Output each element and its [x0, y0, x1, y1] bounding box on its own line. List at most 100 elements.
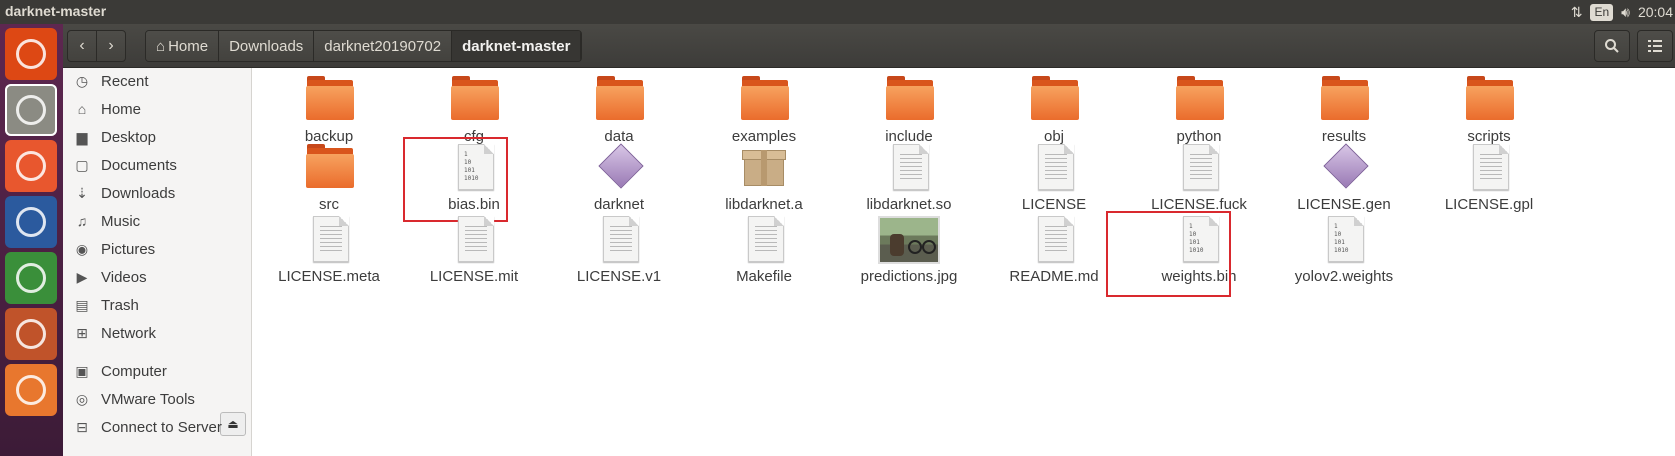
files-launcher[interactable]: [5, 84, 57, 136]
sidebar-item-network[interactable]: ⊞ Network: [63, 320, 252, 346]
network-icon: ⊞: [76, 324, 88, 341]
chevron-right-icon: ›: [108, 37, 114, 54]
impress-launcher[interactable]: [5, 308, 57, 360]
file-name: predictions.jpg: [860, 268, 958, 285]
breadcrumb: ⌂ Home Downloads darknet20190702 darknet-mas…: [145, 30, 583, 62]
file-item[interactable]: backup: [254, 76, 404, 145]
sidebar-item-downloads[interactable]: ⇣ Downloads: [63, 180, 252, 206]
file-item[interactable]: src: [254, 144, 404, 213]
text-file-icon: [885, 144, 933, 192]
sidebar-item-pictures[interactable]: ◉ Pictures: [63, 236, 252, 262]
writer-launcher[interactable]: [5, 196, 57, 248]
sidebar-item-label: Videos: [101, 268, 147, 286]
file-item[interactable]: examples: [689, 76, 839, 145]
file-item[interactable]: LICENSE: [979, 144, 1129, 213]
software-center-icon: [16, 375, 46, 405]
sidebar-item-desktop[interactable]: ▆ Desktop: [63, 124, 252, 150]
files-header-bar: ‹ › ⌂ Home Downloads darknet20190702 darknet…: [63, 24, 1675, 68]
sidebar-item-label: Recent: [101, 72, 149, 90]
launcher: [0, 24, 63, 456]
network-arrows-icon[interactable]: ⇅: [1571, 4, 1583, 21]
calc-launcher[interactable]: [5, 252, 57, 304]
sidebar-item-label: Music: [101, 212, 141, 230]
music-icon: ♫: [76, 213, 88, 229]
text-file-icon: [305, 216, 353, 264]
file-item[interactable]: LICENSE.gen: [1269, 143, 1419, 213]
file-item[interactable]: Makefile: [689, 216, 839, 285]
file-item[interactable]: include: [834, 76, 984, 145]
breadcrumb-darknet-master[interactable]: darknet-master: [452, 31, 582, 61]
sidebar-item-documents[interactable]: ▢ Documents: [63, 152, 252, 178]
folder-icon: [1465, 76, 1514, 124]
firefox-icon: [16, 151, 46, 181]
breadcrumb-darknet20190702[interactable]: darknet20190702: [314, 31, 453, 61]
software-center-launcher[interactable]: [5, 364, 57, 416]
forward-button[interactable]: ›: [96, 30, 126, 62]
file-item[interactable]: darknet: [544, 143, 694, 213]
sidebar-item-music[interactable]: ♫ Music: [63, 208, 252, 234]
clock[interactable]: 20:04: [1638, 4, 1673, 20]
sidebar-item-label: Pictures: [101, 240, 156, 258]
file-item[interactable]: cfg: [399, 76, 549, 145]
sidebar-item-label: VMware Tools: [101, 390, 195, 408]
breadcrumb-home[interactable]: ⌂ Home: [146, 31, 220, 61]
sidebar-item-computer[interactable]: ▣ Computer: [63, 358, 252, 384]
sidebar-item-trash[interactable]: ▤ Trash: [63, 292, 252, 318]
file-item[interactable]: libdarknet.so: [834, 144, 984, 213]
folder-icon: [305, 76, 354, 124]
file-name: examples: [731, 128, 797, 145]
firefox-launcher[interactable]: [5, 140, 57, 192]
sidebar-item-videos[interactable]: ▶ Videos: [63, 264, 252, 290]
sidebar-item-vmware-tools[interactable]: ◎ VMware Tools: [63, 386, 252, 412]
home-icon: ⌂: [156, 37, 166, 55]
folder-icon: ▆: [76, 128, 88, 145]
file-name: obj: [1043, 128, 1065, 145]
file-item[interactable]: data: [544, 76, 694, 145]
home-icon: ⌂: [77, 101, 87, 117]
file-item[interactable]: LICENSE.fuck: [1124, 144, 1274, 213]
list-icon: [1648, 40, 1662, 52]
camera-icon: ◉: [75, 240, 89, 257]
back-button[interactable]: ‹: [67, 30, 97, 62]
clock-icon: ◷: [75, 72, 89, 89]
file-item[interactable]: obj: [979, 76, 1129, 145]
file-name: src: [319, 196, 339, 213]
computer-icon: ▣: [75, 362, 89, 379]
sidebar-item-label: Downloads: [101, 184, 176, 202]
speaker-icon[interactable]: 🔊︎: [1621, 4, 1630, 21]
file-item[interactable]: LICENSE.gpl: [1414, 144, 1564, 213]
file-grid: backup cfg data examples include obj python res…: [252, 68, 1675, 456]
executable-icon: [1320, 143, 1369, 192]
file-item[interactable]: results: [1269, 76, 1419, 145]
sidebar-item-home[interactable]: ⌂ Home: [63, 96, 252, 122]
file-item[interactable]: 1 10 101 1010 yolov2.weights: [1269, 216, 1419, 285]
file-item[interactable]: python: [1124, 76, 1274, 145]
file-item[interactable]: scripts: [1414, 76, 1564, 145]
keyboard-language-indicator[interactable]: En: [1590, 3, 1614, 21]
text-file-icon: [595, 216, 643, 264]
file-item[interactable]: LICENSE.meta: [254, 216, 404, 285]
text-file-icon: [450, 216, 498, 264]
highlight-box: [1106, 211, 1231, 297]
file-item[interactable]: libdarknet.a: [689, 144, 839, 213]
search-button[interactable]: [1594, 30, 1630, 62]
sidebar-item-label: Documents: [101, 156, 177, 174]
binary-file-icon: 1 10 101 1010: [1320, 216, 1368, 264]
folder-icon: [1175, 76, 1224, 124]
file-name: LICENSE.gen: [1297, 196, 1391, 213]
file-name: LICENSE.meta: [278, 268, 380, 285]
breadcrumb-label: Downloads: [229, 37, 304, 55]
file-name: yolov2.weights: [1294, 268, 1394, 285]
folder-icon: [740, 76, 789, 124]
file-item[interactable]: predictions.jpg: [834, 216, 984, 285]
file-item[interactable]: LICENSE.mit: [399, 216, 549, 285]
sidebar-item-connect-to-server[interactable]: ⊟ Connect to Server: [63, 414, 252, 440]
file-item[interactable]: LICENSE.v1: [544, 216, 694, 285]
sidebar-item-recent[interactable]: ◷ Recent: [63, 68, 252, 94]
trash-icon: ▤: [75, 296, 89, 313]
archive-icon: [740, 144, 788, 192]
ubuntu-dash-launcher[interactable]: [5, 28, 57, 80]
breadcrumb-downloads[interactable]: Downloads: [219, 31, 315, 61]
view-menu-button[interactable]: [1637, 30, 1673, 62]
disc-icon: ◎: [75, 390, 89, 407]
